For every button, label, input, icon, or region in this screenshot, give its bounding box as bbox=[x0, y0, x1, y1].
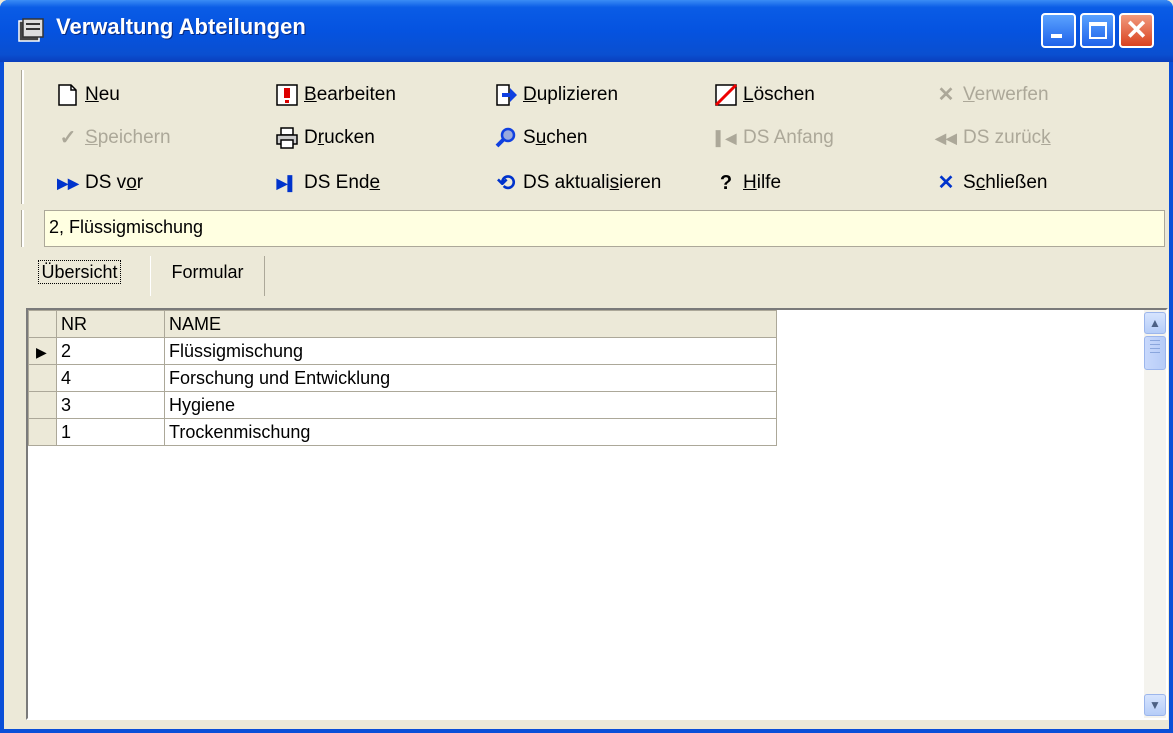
first-record-icon: ▌◀ bbox=[715, 130, 737, 146]
previous-record-label: DS zurück bbox=[963, 127, 1051, 148]
last-record-label: DS Ende bbox=[304, 172, 381, 193]
column-header-name[interactable]: NAME bbox=[164, 310, 777, 338]
tab-formular-label: Formular bbox=[171, 262, 244, 282]
save-check-icon: ✓ bbox=[59, 127, 77, 149]
chevron-up-icon: ▲ bbox=[1149, 316, 1161, 330]
cell-nr[interactable]: 4 bbox=[56, 364, 165, 392]
search-button-label: Suchen bbox=[523, 127, 588, 148]
cell-name[interactable]: Trockenmischung bbox=[164, 418, 777, 446]
next-record-button[interactable]: ▶▶ DS vor bbox=[56, 168, 143, 198]
refresh-icon: ⟲ bbox=[496, 170, 516, 195]
discard-button-label: Verwerfen bbox=[963, 84, 1049, 105]
current-row-arrow-icon: ▶ bbox=[36, 343, 47, 360]
save-button[interactable]: ✓ Speichern bbox=[56, 123, 171, 153]
close-form-label: Schließen bbox=[963, 172, 1048, 193]
tab-formular[interactable]: Formular bbox=[150, 256, 265, 296]
delete-icon bbox=[714, 83, 738, 107]
printer-icon bbox=[276, 127, 298, 149]
help-icon: ? bbox=[719, 172, 733, 194]
refresh-button-label: DS aktualisieren bbox=[523, 172, 662, 193]
duplicate-arrow-icon bbox=[496, 84, 517, 106]
new-button-label: Neu bbox=[85, 84, 120, 105]
cell-nr[interactable]: 1 bbox=[56, 418, 165, 446]
table-row[interactable]: 1 Trockenmischung bbox=[28, 418, 777, 446]
chevron-down-icon: ▼ bbox=[1149, 698, 1161, 712]
close-x-icon: ✕ bbox=[937, 172, 955, 194]
duplicate-button-label: Duplizieren bbox=[523, 84, 619, 105]
close-window-button[interactable]: ✕ bbox=[1119, 13, 1154, 48]
previous-record-button[interactable]: ◀◀ DS zurück bbox=[934, 123, 1051, 153]
vertical-scrollbar[interactable]: ▲ ▼ bbox=[1144, 310, 1166, 718]
delete-button[interactable]: Löschen bbox=[714, 80, 815, 110]
last-record-button[interactable]: ▶▌ DS Ende bbox=[275, 168, 380, 198]
next-record-icon: ▶▶ bbox=[57, 175, 79, 191]
last-record-icon: ▶▌ bbox=[276, 175, 298, 191]
grid-table: NR NAME ▶ 2 Flüssigmischung 4 Forschung … bbox=[28, 310, 777, 446]
maximize-button[interactable] bbox=[1080, 13, 1115, 48]
save-button-label: Speichern bbox=[85, 127, 171, 148]
grid-header-row: NR NAME bbox=[28, 310, 777, 338]
refresh-button[interactable]: ⟲ DS aktualisieren bbox=[494, 168, 662, 198]
row-indicator[interactable] bbox=[28, 364, 57, 392]
new-document-icon bbox=[58, 84, 77, 106]
cell-name[interactable]: Flüssigmischung bbox=[164, 337, 777, 365]
scroll-up-button[interactable]: ▲ bbox=[1144, 312, 1166, 334]
current-record-field: 2, Flüssigmischung bbox=[44, 210, 1165, 247]
column-header-nr[interactable]: NR bbox=[56, 310, 165, 338]
search-button[interactable]: Suchen bbox=[494, 123, 587, 153]
cell-name[interactable]: Forschung und Entwicklung bbox=[164, 364, 777, 392]
close-form-button[interactable]: ✕ Schließen bbox=[934, 168, 1048, 198]
table-row[interactable]: 3 Hygiene bbox=[28, 391, 777, 419]
minimize-button[interactable] bbox=[1041, 13, 1076, 48]
previous-record-icon: ◀◀ bbox=[935, 130, 957, 146]
discard-button[interactable]: ✕ Verwerfen bbox=[934, 80, 1049, 110]
print-button-label: Drucken bbox=[304, 127, 375, 148]
app-icon bbox=[18, 18, 44, 42]
delete-button-label: Löschen bbox=[743, 84, 815, 105]
grid-corner bbox=[28, 310, 57, 338]
app-window: Verwaltung Abteilungen ✕ Neu Bearbeiten … bbox=[0, 0, 1173, 733]
help-button-label: Hilfe bbox=[743, 172, 782, 193]
cell-nr[interactable]: 3 bbox=[56, 391, 165, 419]
table-row[interactable]: ▶ 2 Flüssigmischung bbox=[28, 337, 777, 365]
edit-button-label: Bearbeiten bbox=[304, 84, 396, 105]
tab-uebersicht[interactable]: Übersicht bbox=[22, 256, 137, 296]
row-indicator[interactable] bbox=[28, 391, 57, 419]
new-button[interactable]: Neu bbox=[56, 80, 120, 110]
discard-x-icon: ✕ bbox=[937, 84, 955, 106]
window-title: Verwaltung Abteilungen bbox=[56, 14, 306, 39]
next-record-label: DS vor bbox=[85, 172, 144, 193]
edit-button[interactable]: Bearbeiten bbox=[275, 80, 396, 110]
cell-nr[interactable]: 2 bbox=[56, 337, 165, 365]
first-record-button[interactable]: ▌◀ DS Anfang bbox=[714, 123, 834, 153]
edit-icon bbox=[276, 84, 298, 106]
minimize-icon bbox=[1051, 34, 1062, 38]
close-icon: ✕ bbox=[1125, 15, 1148, 45]
duplicate-button[interactable]: Duplizieren bbox=[494, 80, 618, 110]
title-bar[interactable]: Verwaltung Abteilungen ✕ bbox=[0, 0, 1173, 62]
row-indicator[interactable] bbox=[28, 418, 57, 446]
table-row[interactable]: 4 Forschung und Entwicklung bbox=[28, 364, 777, 392]
data-grid[interactable]: NR NAME ▶ 2 Flüssigmischung 4 Forschung … bbox=[26, 308, 1168, 720]
scroll-thumb[interactable] bbox=[1144, 336, 1166, 370]
print-button[interactable]: Drucken bbox=[275, 123, 375, 153]
cell-name[interactable]: Hygiene bbox=[164, 391, 777, 419]
help-button[interactable]: ? Hilfe bbox=[714, 168, 781, 198]
tab-uebersicht-label: Übersicht bbox=[38, 260, 121, 284]
toolbar: Neu Bearbeiten Duplizieren Löschen ✕ Ver… bbox=[22, 70, 1162, 204]
row-indicator[interactable]: ▶ bbox=[28, 337, 57, 365]
maximize-icon bbox=[1089, 22, 1107, 39]
first-record-label: DS Anfang bbox=[743, 127, 834, 148]
scroll-down-button[interactable]: ▼ bbox=[1144, 694, 1166, 716]
magnifier-icon bbox=[495, 127, 516, 148]
record-bar: 2, Flüssigmischung bbox=[22, 210, 1165, 247]
